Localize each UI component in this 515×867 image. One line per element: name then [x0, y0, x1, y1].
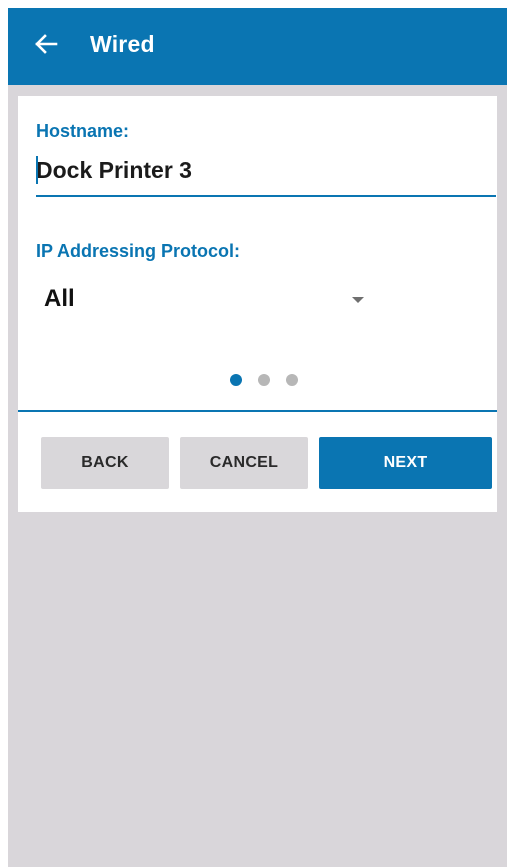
hostname-label: Hostname:: [36, 121, 130, 141]
dropdown-triangle-icon: [351, 292, 365, 303]
page-indicator: [230, 373, 320, 387]
next-button[interactable]: NEXT: [319, 437, 492, 489]
back-button[interactable]: BACK: [41, 437, 169, 489]
app-bar: Wired: [8, 8, 507, 85]
cancel-button[interactable]: CANCEL: [180, 437, 308, 489]
hostname-field: [36, 148, 496, 197]
text-cursor: [36, 156, 38, 184]
arrow-left-icon[interactable]: [32, 30, 60, 58]
page-dot: [258, 374, 270, 386]
ip-protocol-label: IP Addressing Protocol:: [36, 241, 241, 261]
page-title: Wired: [90, 31, 155, 57]
page-dot-active: [230, 374, 242, 386]
hostname-input[interactable]: [36, 154, 476, 186]
ip-protocol-select[interactable]: All: [44, 280, 374, 320]
divider: [18, 410, 497, 412]
ip-protocol-value: All: [44, 285, 75, 312]
settings-card: Hostname: IP Addressing Protocol: All BA…: [18, 96, 497, 512]
page-dot: [286, 374, 298, 386]
phone-screen: Wired Hostname: IP Addressing Protocol: …: [8, 8, 507, 867]
